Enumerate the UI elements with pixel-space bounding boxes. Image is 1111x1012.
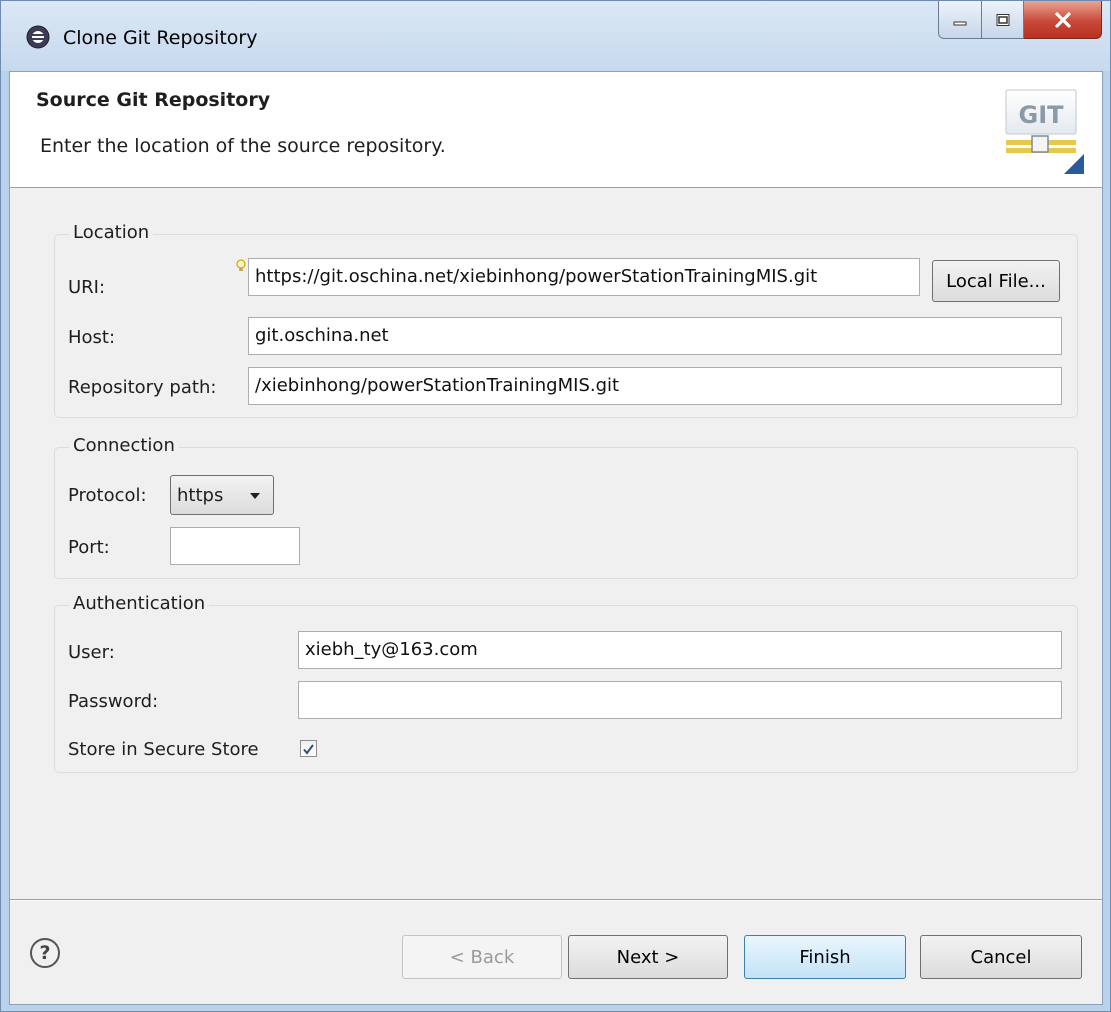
- protocol-label: Protocol:: [68, 485, 147, 506]
- authentication-legend: Authentication: [69, 593, 210, 614]
- finish-button[interactable]: Finish: [744, 935, 906, 979]
- port-input[interactable]: [170, 527, 300, 565]
- protocol-select[interactable]: https: [170, 475, 274, 515]
- svg-text:GIT: GIT: [1019, 101, 1065, 129]
- host-input[interactable]: git.oschina.net: [248, 317, 1062, 355]
- back-button[interactable]: < Back: [402, 935, 562, 979]
- title-bar[interactable]: Clone Git Repository: [1, 1, 1110, 71]
- user-label: User:: [68, 642, 115, 663]
- port-label: Port:: [68, 537, 110, 558]
- uri-label: URI:: [68, 277, 106, 298]
- minimize-button[interactable]: [938, 1, 982, 39]
- local-file-button[interactable]: Local File...: [932, 260, 1060, 302]
- footer-separator: [10, 899, 1102, 901]
- eclipse-icon: [26, 25, 50, 49]
- wizard-header: Source Git Repository Enter the location…: [10, 72, 1102, 188]
- page-title: Source Git Repository: [36, 89, 271, 111]
- user-input[interactable]: xiebh_ty@163.com: [298, 631, 1062, 669]
- maximize-icon: [996, 13, 1009, 26]
- close-button[interactable]: [1024, 1, 1102, 39]
- git-logo-icon: GIT: [1005, 89, 1084, 174]
- window-controls: [938, 1, 1102, 41]
- close-icon: [1054, 11, 1071, 28]
- window-title: Clone Git Repository: [63, 27, 258, 49]
- repository-path-label: Repository path:: [68, 377, 217, 398]
- next-button[interactable]: Next >: [568, 935, 728, 979]
- dialog-window: Clone Git Repository Source Git Reposito…: [0, 0, 1111, 1012]
- cancel-button[interactable]: Cancel: [920, 935, 1082, 979]
- page-description: Enter the location of the source reposit…: [40, 135, 446, 157]
- repository-path-input[interactable]: /xiebinhong/powerStationTrainingMIS.git: [248, 367, 1062, 405]
- maximize-button[interactable]: [982, 1, 1024, 39]
- password-label: Password:: [68, 691, 159, 712]
- location-legend: Location: [69, 222, 154, 243]
- store-secure-label: Store in Secure Store: [68, 739, 259, 760]
- checkmark-icon: [303, 744, 314, 755]
- lightbulb-icon: [236, 259, 246, 271]
- store-secure-checkbox[interactable]: [300, 740, 317, 757]
- password-input[interactable]: [298, 681, 1062, 719]
- uri-input[interactable]: https://git.oschina.net/xiebinhong/power…: [248, 258, 920, 296]
- host-label: Host:: [68, 327, 116, 348]
- chevron-down-icon: [250, 493, 260, 499]
- minimize-icon: [953, 21, 967, 25]
- dialog-content: Source Git Repository Enter the location…: [9, 71, 1103, 1005]
- protocol-value: https: [177, 484, 224, 506]
- connection-legend: Connection: [69, 435, 179, 456]
- help-icon[interactable]: ?: [30, 938, 60, 968]
